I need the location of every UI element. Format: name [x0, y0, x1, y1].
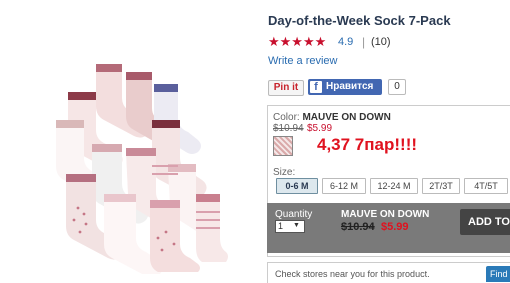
color-label: Color: MAUVE ON DOWN	[273, 112, 391, 123]
bag-price-original: $10.94	[341, 221, 375, 233]
color-name: MAUVE ON DOWN	[302, 112, 391, 123]
quantity-label: Quantity	[275, 209, 313, 220]
size-option-2t3t[interactable]: 2T/3T	[422, 178, 460, 194]
check-stores-text: Check stores near you for this product.	[275, 269, 430, 279]
facebook-like-count: 0	[388, 79, 406, 95]
bag-price-sale: $5.99	[381, 221, 409, 233]
rating-separator: |	[362, 35, 366, 49]
rating-value: 4.9	[338, 36, 354, 48]
pinit-button[interactable]: Pin it	[268, 80, 304, 96]
price-original: $10.94	[273, 123, 304, 134]
write-review-link[interactable]: Write a review	[268, 55, 337, 67]
bag-color-name: MAUVE ON DOWN	[341, 209, 430, 220]
chevron-down-icon: ▼	[293, 222, 300, 229]
review-count[interactable]: (10)	[371, 36, 391, 48]
facebook-like-button[interactable]: f Нравится	[308, 79, 382, 95]
size-option-6-12m[interactable]: 6-12 M	[322, 178, 366, 194]
color-prefix: Color:	[273, 112, 300, 123]
sock-pile	[56, 64, 228, 274]
facebook-like-label: Нравится	[326, 81, 374, 92]
handwritten-annotation: 4,37 7пар!!!!	[317, 135, 418, 154]
rating-stars-icon[interactable]: ★★★★★	[268, 34, 326, 50]
size-option-12-24m[interactable]: 12-24 M	[370, 178, 418, 194]
color-swatch[interactable]	[273, 136, 293, 156]
price-sale: $5.99	[307, 123, 333, 134]
add-to-bag-button[interactable]: ADD TO BAG	[460, 209, 510, 235]
product-image	[56, 64, 228, 274]
find-store-button[interactable]: Find	[486, 266, 510, 282]
size-option-4t5t[interactable]: 4T/5T	[464, 178, 508, 194]
product-title: Day-of-the-Week Sock 7-Pack	[268, 13, 451, 28]
size-option-0-6m[interactable]: 0-6 M	[276, 178, 318, 194]
quantity-select[interactable]: 1	[275, 220, 305, 233]
facebook-icon: f	[310, 81, 322, 93]
size-label: Size:	[273, 167, 296, 178]
